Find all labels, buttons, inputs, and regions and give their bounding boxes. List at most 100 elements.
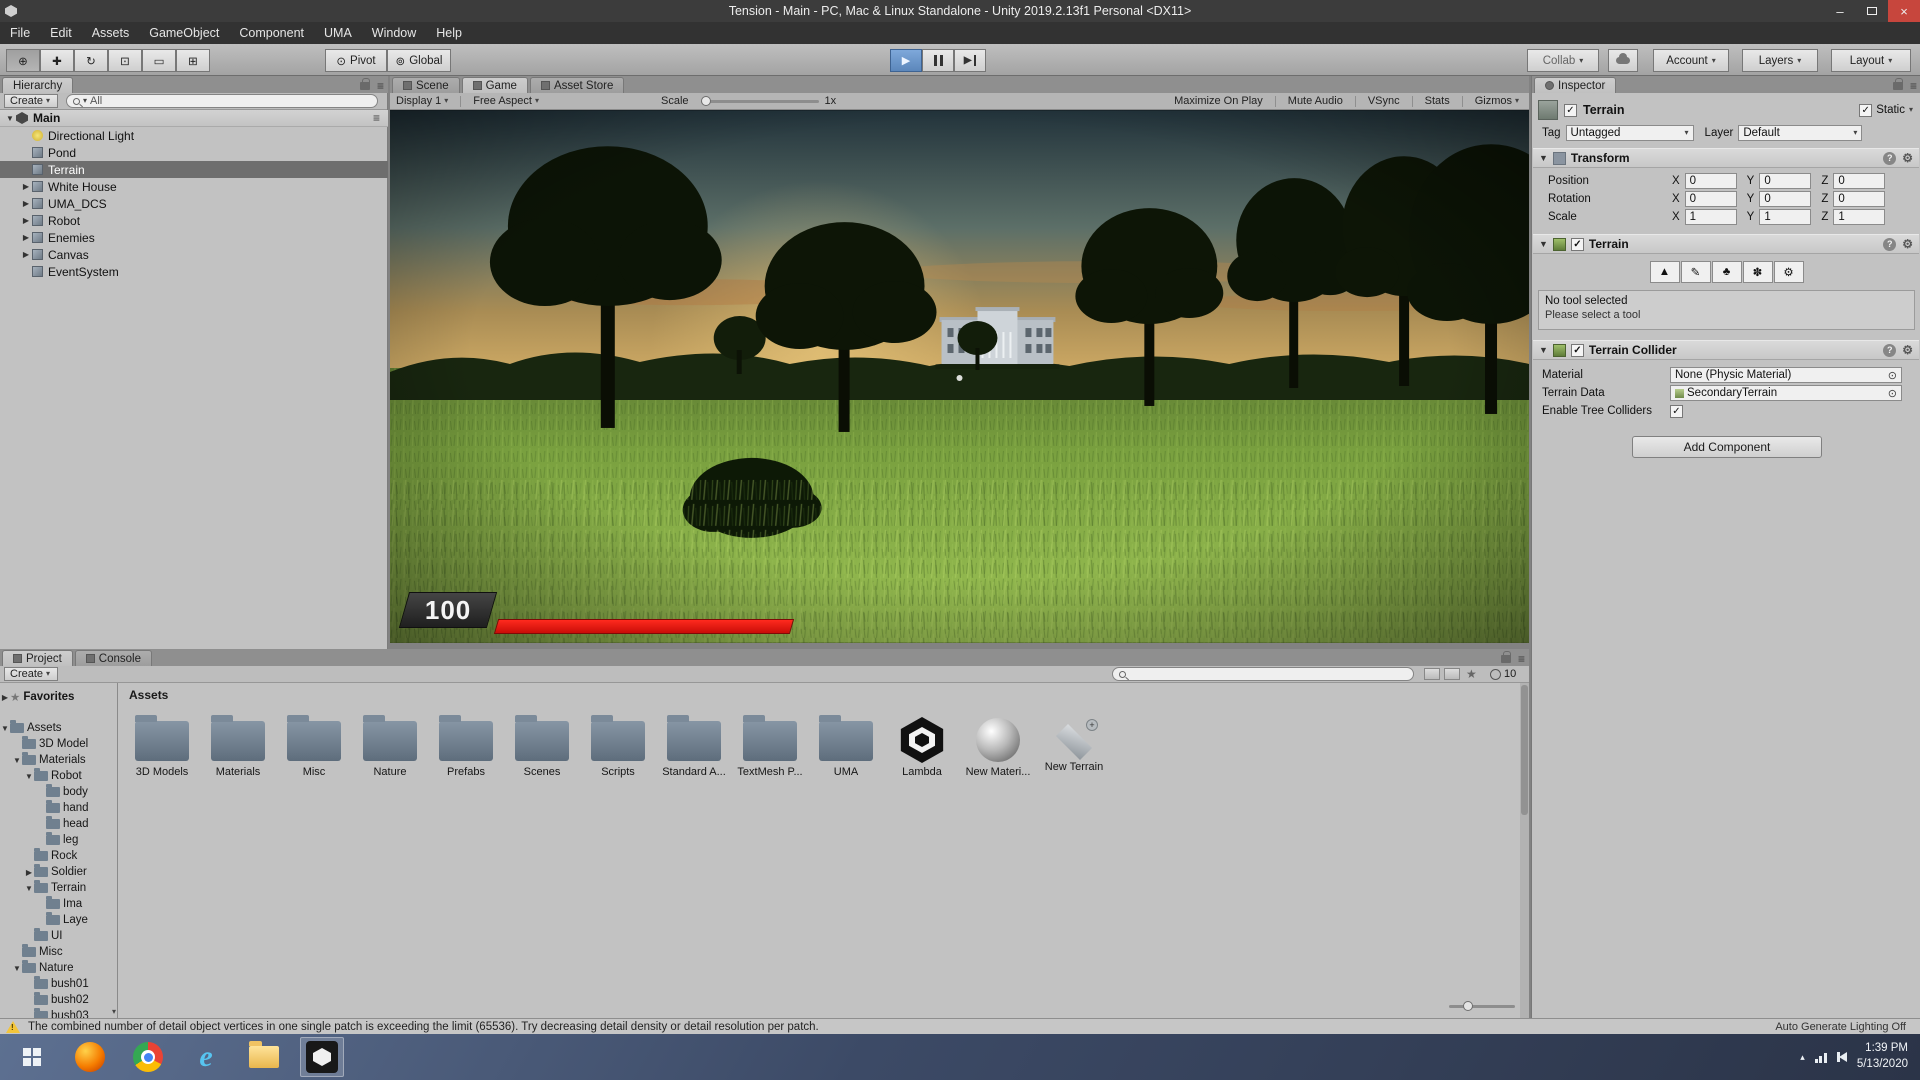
stats-button[interactable]: Stats <box>1419 95 1456 107</box>
maximize-on-play-button[interactable]: Maximize On Play <box>1168 95 1269 107</box>
rotation-z-field[interactable]: 0 <box>1833 191 1885 207</box>
tree-item-misc[interactable]: Misc <box>0 944 118 960</box>
tree-item-laye[interactable]: Laye <box>0 912 118 928</box>
scale-x-field[interactable]: 1 <box>1685 209 1737 225</box>
active-checkbox[interactable]: ✓ <box>1564 104 1577 117</box>
expand-arrow-icon[interactable]: ▶ <box>20 199 32 208</box>
scale-slider[interactable] <box>701 100 819 103</box>
project-search-input[interactable] <box>1112 667 1414 681</box>
rotation-y-field[interactable]: 0 <box>1759 191 1811 207</box>
asset-standard-assets[interactable]: Standard A... <box>656 709 732 797</box>
tab-console[interactable]: Console <box>75 650 152 666</box>
tree-item-head[interactable]: head <box>0 816 118 832</box>
tree-item-rock[interactable]: Rock <box>0 848 118 864</box>
object-picker-icon[interactable]: ⊙ <box>1888 387 1897 400</box>
zoom-slider-knob[interactable] <box>1463 1001 1473 1011</box>
gear-icon[interactable]: ⚙ <box>1902 238 1913 250</box>
display-dropdown[interactable]: Display 1▾ <box>390 95 454 107</box>
menu-gameobject[interactable]: GameObject <box>149 26 219 40</box>
asset-3d-models[interactable]: 3D Models <box>124 709 200 797</box>
hierarchy-item-enemies[interactable]: ▶Enemies <box>0 229 388 246</box>
menu-edit[interactable]: Edit <box>50 26 72 40</box>
scene-menu-icon[interactable]: ≡ <box>373 111 380 125</box>
collab-dropdown[interactable]: Collab▾ <box>1527 49 1599 72</box>
help-icon[interactable]: ? <box>1883 238 1896 251</box>
gizmos-dropdown[interactable]: Gizmos▾ <box>1469 95 1525 107</box>
hierarchy-item-terrain[interactable]: Terrain <box>0 161 388 178</box>
expand-arrow-icon[interactable]: ▶ <box>20 233 32 242</box>
terrain-collider-header[interactable]: ▼ ✓ Terrain Collider ?⚙ <box>1533 340 1919 360</box>
scroll-down-icon[interactable]: ▾ <box>112 1007 116 1016</box>
expand-arrow-icon[interactable]: ▼ <box>12 756 22 765</box>
status-message[interactable]: The combined number of detail object ver… <box>28 1021 819 1033</box>
tree-item-terrain[interactable]: ▼Terrain <box>0 880 118 896</box>
tree-item-3d-model[interactable]: 3D Model <box>0 736 118 752</box>
menu-window[interactable]: Window <box>372 26 416 40</box>
asset-materials[interactable]: Materials <box>200 709 276 797</box>
static-checkbox[interactable]: ✓ <box>1859 104 1872 117</box>
tree-item-bush01[interactable]: bush01 <box>0 976 118 992</box>
hand-tool-button[interactable]: ⊕ <box>6 49 40 72</box>
rotation-x-field[interactable]: 0 <box>1685 191 1737 207</box>
scrollbar-thumb[interactable] <box>1521 685 1528 815</box>
create-neighbor-terrains-tool-button[interactable]: ▲ <box>1650 261 1680 283</box>
foldout-arrow-icon[interactable]: ▼ <box>1539 239 1548 249</box>
asset-textmesh-pro[interactable]: TextMesh P... <box>732 709 808 797</box>
hierarchy-item-pond[interactable]: Pond <box>0 144 388 161</box>
transform-tool-button[interactable]: ⊞ <box>176 49 210 72</box>
hierarchy-item-eventsystem[interactable]: EventSystem <box>0 263 388 280</box>
tab-scene[interactable]: Scene <box>392 77 460 93</box>
pivot-toggle-button[interactable]: ⊙Pivot <box>325 49 387 72</box>
volume-icon[interactable] <box>1839 1052 1847 1062</box>
expand-arrow-icon[interactable]: ▼ <box>4 114 16 123</box>
asset-uma[interactable]: UMA <box>808 709 884 797</box>
menu-component[interactable]: Component <box>239 26 304 40</box>
project-scrollbar[interactable] <box>1520 683 1529 1018</box>
thumbnail-zoom-slider[interactable] <box>1449 1000 1515 1012</box>
asset-prefabs[interactable]: Prefabs <box>428 709 504 797</box>
hierarchy-item-robot[interactable]: ▶Robot <box>0 212 388 229</box>
play-button[interactable]: ▶ <box>890 49 922 72</box>
paint-terrain-tool-button[interactable]: ✎ <box>1681 261 1711 283</box>
tree-item-ui[interactable]: UI <box>0 928 118 944</box>
layers-dropdown[interactable]: Layers▾ <box>1742 49 1818 72</box>
tree-item-ima[interactable]: Ima <box>0 896 118 912</box>
expand-arrow-icon[interactable]: ▶ <box>20 250 32 259</box>
scale-slider-knob[interactable] <box>701 96 711 106</box>
tree-item-assets[interactable]: ▼Assets <box>0 720 118 736</box>
panel-menu-icon[interactable]: ≡ <box>1518 652 1525 666</box>
hierarchy-scene-row[interactable]: ▼ Main ≡ <box>0 110 388 127</box>
tree-item-soldier[interactable]: ▶Soldier <box>0 864 118 880</box>
lock-icon[interactable] <box>360 82 370 90</box>
minimize-button[interactable]: – <box>1824 0 1856 22</box>
favorite-search-icon[interactable]: ★ <box>1466 667 1477 681</box>
gear-icon[interactable]: ⚙ <box>1902 344 1913 356</box>
panel-menu-icon[interactable]: ≡ <box>1910 79 1917 93</box>
start-button[interactable] <box>10 1037 54 1077</box>
layout-dropdown[interactable]: Layout▾ <box>1831 49 1911 72</box>
step-button[interactable]: ▶ <box>954 49 986 72</box>
taskbar-chrome[interactable] <box>126 1037 170 1077</box>
project-create-button[interactable]: Create▾ <box>4 667 58 681</box>
object-picker-icon[interactable]: ⊙ <box>1888 369 1897 382</box>
material-object-field[interactable]: None (Physic Material)⊙ <box>1670 367 1902 383</box>
expand-arrow-icon[interactable]: ▶ <box>0 693 10 702</box>
taskbar-unity[interactable] <box>300 1037 344 1077</box>
menu-uma[interactable]: UMA <box>324 26 352 40</box>
help-icon[interactable]: ? <box>1883 344 1896 357</box>
terrain-settings-tool-button[interactable]: ⚙ <box>1774 261 1804 283</box>
asset-scenes[interactable]: Scenes <box>504 709 580 797</box>
foldout-arrow-icon[interactable]: ▼ <box>1539 153 1548 163</box>
asset-misc[interactable]: Misc <box>276 709 352 797</box>
scale-tool-button[interactable]: ⊡ <box>108 49 142 72</box>
collider-enabled-checkbox[interactable]: ✓ <box>1571 344 1584 357</box>
expand-arrow-icon[interactable]: ▼ <box>24 884 34 893</box>
layer-dropdown[interactable]: Default▾ <box>1738 125 1862 141</box>
taskbar-ie[interactable]: e <box>184 1037 228 1077</box>
search-by-type-icon[interactable] <box>1424 668 1440 680</box>
add-component-button[interactable]: Add Component <box>1632 436 1822 458</box>
hierarchy-create-button[interactable]: Create▾ <box>4 94 58 108</box>
help-icon[interactable]: ? <box>1883 152 1896 165</box>
auto-generate-lighting-toggle[interactable]: Auto Generate Lighting Off <box>1775 1021 1906 1033</box>
tree-item-bush03[interactable]: bush03 <box>0 1008 118 1018</box>
